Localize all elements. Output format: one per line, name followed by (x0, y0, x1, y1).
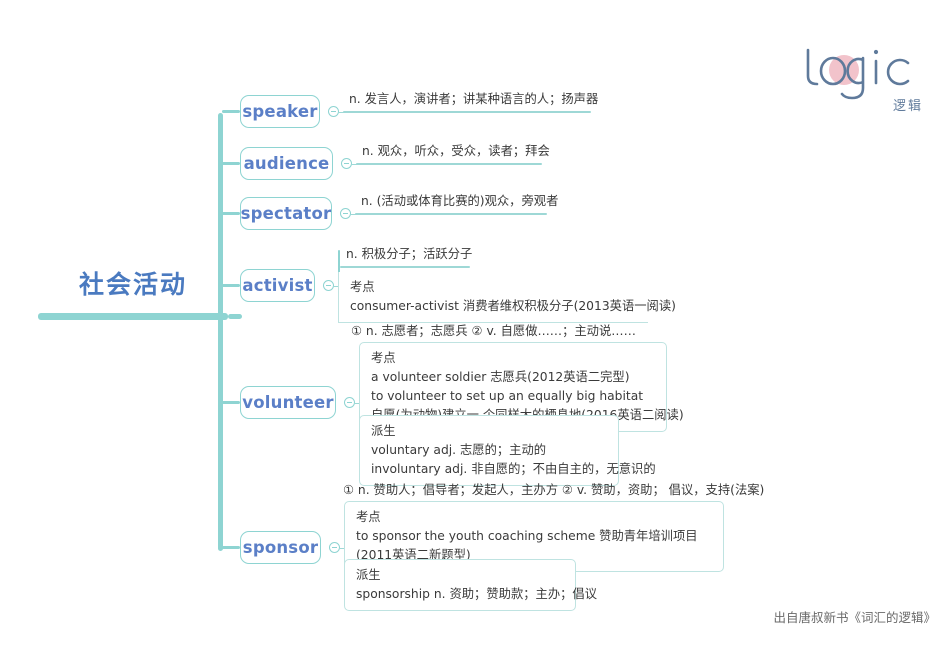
branch-connector-sponsor (222, 546, 240, 549)
detail-text: involuntary adj. 非自愿的；不由自主的，无意识的 (371, 462, 656, 477)
detail-title: 考点 (350, 280, 375, 294)
detail-text: sponsorship n. 资助；赞助款；主办；倡议 (356, 587, 598, 602)
root-underline (38, 313, 228, 320)
node-label-activist: activist (242, 276, 313, 295)
definition-text-sponsor: ① n. 赞助人；倡导者；发起人，主办方 ② v. 赞助，资助； 倡议，支持(法… (343, 483, 765, 497)
definition-rule-audience (356, 163, 542, 166)
footer-attribution: 出自唐叔新书《词汇的逻辑》 (773, 610, 936, 625)
node-label-audience: audience (243, 154, 330, 173)
branch-connector-audience (222, 162, 240, 165)
node-audience[interactable]: audience (240, 147, 333, 180)
definition-text-volunteer: ① n. 志愿者；志愿兵 ② v. 自愿做……；主动说…… (351, 324, 636, 338)
node-label-volunteer: volunteer (242, 393, 334, 412)
toggle-spectator[interactable] (340, 208, 351, 219)
logo-chinese-label: 逻辑 (892, 99, 923, 114)
branch-connector-spectator (222, 212, 240, 215)
detail-title: 考点 (356, 510, 381, 524)
node-activist[interactable]: activist (240, 269, 315, 302)
toggle-activist[interactable] (323, 280, 334, 291)
node-label-sponsor: sponsor (242, 538, 319, 557)
node-spectator[interactable]: spectator (240, 197, 332, 230)
branch-connector-speaker (222, 110, 240, 113)
branch-connector-activist (222, 284, 240, 287)
definition-rule-activist (340, 266, 470, 269)
node-volunteer[interactable]: volunteer (240, 386, 336, 419)
definition-sponsor: ① n. 赞助人；倡导者；发起人，主办方 ② v. 赞助，资助； 倡议，支持(法… (337, 481, 765, 502)
root-node[interactable]: 社会活动 (38, 270, 228, 320)
detail-text: to volunteer to set up an equally big ha… (371, 389, 644, 404)
node-label-spectator: spectator (240, 204, 332, 223)
definition-speaker: n. 发言人，演讲者；讲某种语言的人；扬声器 (343, 90, 599, 114)
definition-rule-speaker (343, 111, 591, 114)
toggle-audience[interactable] (341, 158, 352, 169)
definition-spectator: n. (活动或体育比赛的)观众，旁观者 (355, 192, 559, 216)
main-spine (218, 113, 223, 551)
detail-title: 考点 (371, 351, 396, 365)
detail-volunteer-paisheng: 派生 voluntary adj. 志愿的；主动的 involuntary ad… (359, 415, 656, 487)
definition-volunteer: ① n. 志愿者；志愿兵 ② v. 自愿做……；主动说…… (345, 322, 636, 343)
definition-text-speaker: n. 发言人，演讲者；讲某种语言的人；扬声器 (349, 92, 599, 106)
node-speaker[interactable]: speaker (240, 95, 320, 128)
toggle-volunteer[interactable] (344, 397, 355, 408)
toggle-speaker[interactable] (328, 106, 339, 117)
detail-text: a volunteer soldier 志愿兵(2012英语二完型) (371, 370, 630, 385)
definition-audience: n. 观众，听众，受众，读者；拜会 (356, 142, 550, 166)
root-stem (228, 314, 242, 319)
branch-connector-volunteer (222, 401, 240, 404)
definition-activist: n. 积极分子；活跃分子 (340, 245, 473, 269)
detail-title: 派生 (371, 424, 396, 438)
definition-text-audience: n. 观众，听众，受众，读者；拜会 (362, 144, 550, 158)
detail-activist-kaodian: 考点 consumer-activist 消费者维权积极分子(2013英语一阅读… (338, 272, 676, 324)
detail-text: voluntary adj. 志愿的；主动的 (371, 443, 547, 458)
root-label: 社会活动 (78, 270, 187, 299)
definition-text-activist: n. 积极分子；活跃分子 (346, 247, 473, 261)
node-label-speaker: speaker (242, 102, 318, 121)
mindmap-canvas: 逻辑 社会活动 speaker n. 发言人，演讲者；讲某种语言的人；扬声器 a… (0, 0, 950, 672)
detail-title: 派生 (356, 568, 381, 582)
definition-rule-spectator (355, 213, 547, 216)
node-sponsor[interactable]: sponsor (240, 531, 321, 564)
logic-logo: 逻辑 (800, 48, 925, 118)
toggle-sponsor[interactable] (329, 542, 340, 553)
detail-text: consumer-activist 消费者维权积极分子(2013英语一阅读) (350, 299, 676, 314)
definition-text-spectator: n. (活动或体育比赛的)观众，旁观者 (361, 194, 559, 208)
detail-sponsor-paisheng: 派生 sponsorship n. 资助；赞助款；主办；倡议 (344, 559, 598, 612)
